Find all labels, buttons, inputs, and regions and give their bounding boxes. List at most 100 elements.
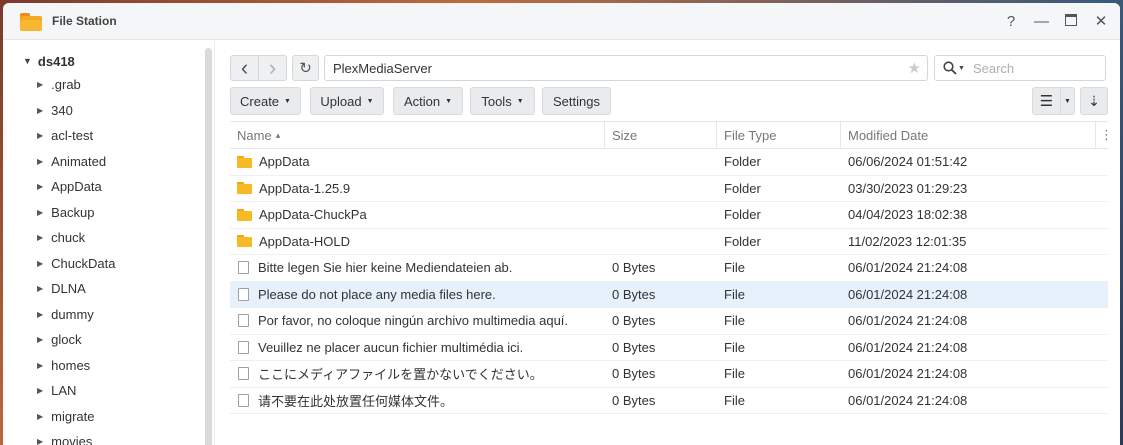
caret-right-icon[interactable]: ▶ [37, 412, 43, 421]
tree-item-label: Animated [51, 153, 107, 169]
cell-type: Folder [717, 202, 841, 228]
tree-item[interactable]: ▶ glock [3, 327, 214, 353]
star-icon[interactable]: ★ [908, 59, 921, 77]
tree-root-ds418[interactable]: ▼ ds418 [3, 50, 214, 72]
table-row[interactable]: AppData-1.25.9 Folder 03/30/2023 01:29:23 [230, 176, 1108, 202]
table-row[interactable]: AppData-HOLD Folder 11/02/2023 12:01:35 [230, 229, 1108, 255]
tools-button[interactable]: Tools ▼ [470, 87, 535, 115]
table-row[interactable]: 请不要在此处放置任何媒体文件。 0 Bytes File 06/01/2024 21:… [230, 388, 1108, 414]
caret-right-icon[interactable]: ▶ [37, 386, 43, 395]
table-row[interactable]: Veuillez ne placer aucun fichier multimé… [230, 335, 1108, 361]
file-icon [238, 287, 249, 301]
maximize-icon[interactable] [1064, 13, 1078, 30]
cell-size-text: 0 Bytes [612, 339, 656, 355]
tree-item-label: 340 [51, 102, 73, 118]
column-header-file-type[interactable]: File Type [717, 122, 841, 148]
list-view-button[interactable]: ☰ [1032, 87, 1061, 115]
table-row[interactable]: AppData-ChuckPa Folder 04/04/2023 18:02:38 [230, 202, 1108, 229]
cell-size-text: 0 Bytes [612, 260, 656, 276]
file-list-table: Name ▴ Size File Type Modified Date ⋮ Ap… [230, 121, 1113, 414]
upload-button[interactable]: Upload ▼ [310, 87, 384, 115]
tree-item[interactable]: ▶ Backup [3, 200, 214, 226]
tree-item[interactable]: ▶ DLNA [3, 276, 214, 302]
tree-item[interactable]: ▶ LAN [3, 378, 214, 404]
cell-type-text: File [724, 366, 745, 382]
cell-date: 04/04/2023 18:02:38 [841, 202, 1096, 228]
file-name: AppData-HOLD [259, 233, 351, 249]
forward-button[interactable]: › [258, 55, 287, 81]
table-row[interactable]: Por favor, no coloque ningún archivo mul… [230, 308, 1108, 335]
tree-item-label: AppData [51, 179, 102, 195]
create-button[interactable]: Create ▼ [230, 87, 301, 115]
tree-item[interactable]: ▶ Animated [3, 149, 214, 175]
caret-right-icon[interactable]: ▶ [37, 259, 43, 268]
column-header-name-label: Name [237, 127, 272, 143]
search-box[interactable]: ▼ [934, 55, 1106, 81]
back-button[interactable]: ‹ [230, 55, 259, 81]
tree-item[interactable]: ▶ migrate [3, 404, 214, 430]
search-dropdown-icon[interactable]: ▼ [958, 65, 965, 72]
caret-right-icon[interactable]: ▶ [37, 182, 43, 191]
column-header-name[interactable]: Name ▴ [230, 122, 605, 148]
view-mode-dropdown[interactable]: ▼ [1060, 87, 1075, 115]
caret-right-icon[interactable]: ▶ [37, 437, 43, 445]
cell-date-text: 06/01/2024 21:24:08 [848, 313, 968, 329]
list-view-icon: ☰ [1039, 93, 1054, 110]
caret-down-icon[interactable]: ▼ [23, 56, 32, 66]
caret-right-icon[interactable]: ▶ [37, 310, 43, 319]
tree-item[interactable]: ▶ homes [3, 353, 214, 379]
main-panel: ‹ › ↻ PlexMediaServer ★ ▼ Search Create … [214, 40, 1120, 445]
tree-item[interactable]: ▶ movies [3, 429, 214, 445]
refresh-button[interactable]: ↻ [292, 55, 319, 81]
help-icon[interactable]: ? [1004, 13, 1018, 30]
sort-icon: ⇣ [1088, 92, 1100, 109]
cell-name: 请不要在此处放置任何媒体文件。 [230, 388, 605, 414]
sidebar-scrollbar[interactable] [205, 48, 212, 445]
tree-item[interactable]: ▶ acl-test [3, 123, 214, 149]
path-field[interactable]: PlexMediaServer ★ [324, 55, 928, 81]
caret-right-icon[interactable]: ▶ [37, 208, 43, 217]
close-icon[interactable]: ✕ [1094, 12, 1108, 30]
tree-item[interactable]: ▶ 340 [3, 98, 214, 124]
cell-size: 0 Bytes [605, 255, 717, 281]
column-header-modified-date[interactable]: Modified Date [841, 122, 1096, 148]
sort-button[interactable]: ⇣ [1080, 87, 1108, 115]
tree-item[interactable]: ▶ dummy [3, 302, 214, 328]
file-name: 请不要在此处放置任何媒体文件。 [258, 393, 454, 409]
column-options-button[interactable]: ⋮ [1096, 122, 1113, 148]
file-station-window: File Station ? — ✕ ▼ ds418 ▶ .grab ▶ 340 ▶ ac… [3, 3, 1120, 445]
caret-right-icon[interactable]: ▶ [37, 284, 43, 293]
cell-date: 06/01/2024 21:24:08 [841, 388, 1096, 414]
tree-item[interactable]: ▶ .grab [3, 72, 214, 98]
cell-name: AppData-1.25.9 [230, 176, 605, 202]
cell-size [605, 202, 717, 228]
table-row[interactable]: ここにメディアファイルを置かないでください。 0 Bytes File 06/01/2… [230, 361, 1108, 388]
caret-right-icon[interactable]: ▶ [37, 335, 43, 344]
tree-item[interactable]: ▶ AppData [3, 174, 214, 200]
caret-right-icon[interactable]: ▶ [37, 233, 43, 242]
tree-item[interactable]: ▶ ChuckData [3, 251, 214, 277]
tree-item-label: DLNA [51, 281, 86, 297]
table-row[interactable]: Bitte legen Sie hier keine Mediendateien… [230, 255, 1108, 282]
tree-item[interactable]: ▶ chuck [3, 225, 214, 251]
caret-right-icon[interactable]: ▶ [37, 106, 43, 115]
settings-button[interactable]: Settings [542, 87, 611, 115]
file-name: Please do not place any media files here… [258, 286, 496, 302]
caret-right-icon[interactable]: ▶ [37, 157, 43, 166]
search-input[interactable] [970, 59, 1095, 77]
cell-size: 0 Bytes [605, 335, 717, 361]
table-row[interactable]: Please do not place any media files here… [230, 281, 1108, 308]
minimize-icon[interactable]: — [1034, 13, 1049, 30]
cell-date: 06/01/2024 21:24:08 [841, 255, 1096, 281]
cell-type-text: Folder [724, 180, 761, 196]
tree-root-label: ds418 [37, 53, 75, 69]
cell-name: AppData-ChuckPa [230, 202, 605, 228]
table-row[interactable]: AppData Folder 06/06/2024 01:51:42 [230, 149, 1108, 176]
caret-right-icon[interactable]: ▶ [37, 361, 43, 370]
action-button[interactable]: Action ▼ [393, 87, 463, 115]
caret-right-icon[interactable]: ▶ [37, 131, 43, 140]
column-header-size[interactable]: Size [605, 122, 717, 148]
caret-right-icon[interactable]: ▶ [37, 80, 43, 89]
file-name: AppData-ChuckPa [259, 207, 367, 223]
search-icon[interactable] [943, 61, 957, 75]
